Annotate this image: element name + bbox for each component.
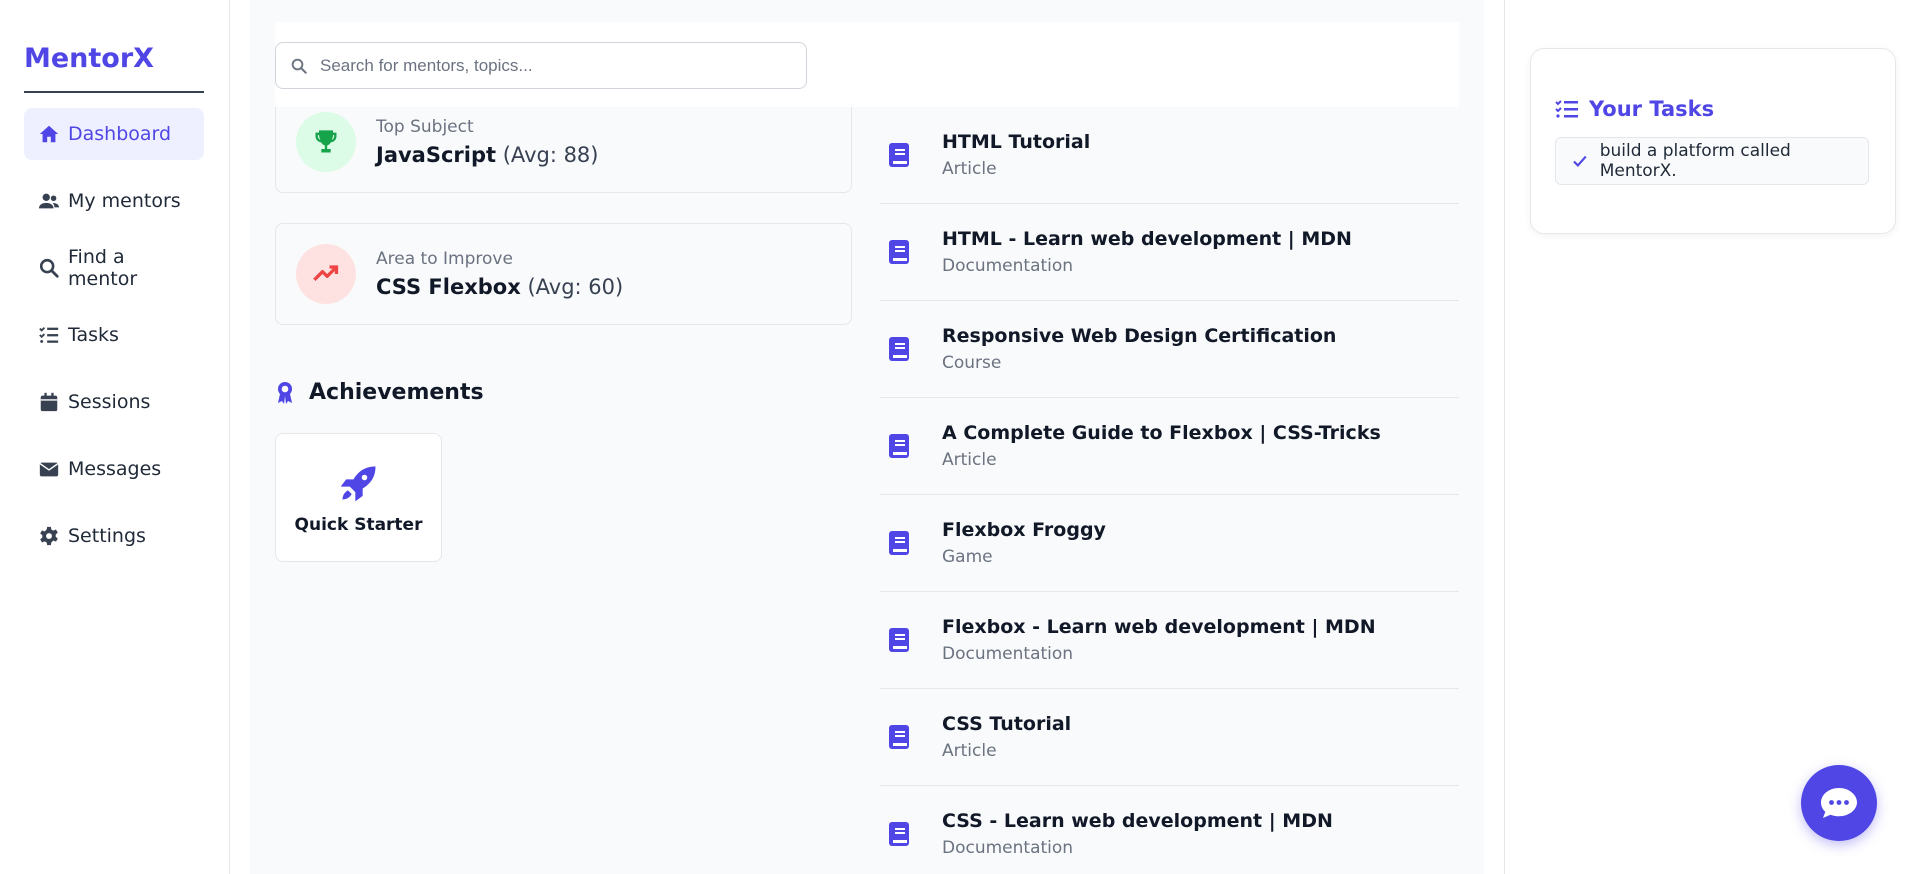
task-label: build a platform called MentorX. [1599,141,1791,181]
book-icon [889,725,909,749]
book-icon [889,434,909,458]
book-icon [889,628,909,652]
trophy-icon [315,130,337,153]
list-item[interactable]: CSS - Learn web development | MDN Documen… [880,786,1459,874]
stat-label: Area to Improve [376,249,513,269]
book-icon [889,240,909,264]
home-icon [39,125,59,143]
book-icon [889,822,909,846]
sidebar-item-label: Messages [68,458,162,480]
resource-title: Flexbox - Learn web development | MDN [942,616,1376,638]
list-item[interactable]: A Complete Guide to Flexbox | CSS-Tricks… [880,398,1459,495]
rocket-icon [340,466,375,501]
sidebar-item-label: Tasks [68,324,119,346]
resource-type: Article [942,741,997,761]
sidebar-item-settings[interactable]: Settings [24,510,204,562]
envelope-icon [39,462,59,477]
tasks-card: Your Tasks build a platform called Mento… [1530,48,1896,234]
trending-up-icon [313,265,339,281]
resource-type: Course [942,353,1002,373]
search-box[interactable] [275,42,807,89]
book-icon [889,337,909,361]
improve-card: Area to Improve CSS Flexbox (Avg: 60) [275,223,852,325]
stat-avg: (Avg: 60) [527,275,624,299]
list-item[interactable]: Flexbox Froggy Game [880,495,1459,592]
book-icon [889,143,909,167]
stat-value: JavaScript (Avg: 88) [376,143,599,167]
list-item[interactable]: HTML - Learn web development | MDN Docume… [880,204,1459,301]
tasks-title: Your Tasks [1589,97,1715,121]
badge-label: Quick Starter [294,514,423,535]
trend-badge [296,244,356,304]
stat-label: Top Subject [376,117,474,137]
stat-avg: (Avg: 88) [502,143,599,167]
list-item[interactable]: CSS Tutorial Article [880,689,1459,786]
resource-type: Documentation [942,838,1074,858]
stat-subject: CSS Flexbox [376,275,521,299]
right-panel: Your Tasks build a platform called Mento… [1504,0,1919,874]
achievements-title: Achievements [309,380,484,405]
sidebar-item-messages[interactable]: Messages [24,443,204,495]
resource-title: HTML - Learn web development | MDN [942,228,1352,250]
achievements-heading: Achievements [275,380,484,405]
search-header [275,22,1459,107]
calendar-icon [40,392,58,412]
list-check-icon [39,327,59,343]
list-item[interactable]: Flexbox - Learn web development | MDN Doc… [880,592,1459,689]
tasks-heading: Your Tasks [1555,97,1871,121]
sidebar-item-label: Dashboard [68,123,172,145]
chat-bubble-icon [1821,788,1857,818]
resource-title: CSS Tutorial [942,713,1072,735]
resource-title: Flexbox Froggy [942,519,1106,541]
sidebar-item-tasks[interactable]: Tasks [24,309,204,361]
list-check-icon [1555,100,1578,118]
resource-title: Responsive Web Design Certification [942,325,1337,347]
sidebar-item-label: Find a mentor [68,246,138,290]
search-icon [39,258,59,278]
sidebar-nav: Dashboard My mentors Find a mentor Tasks… [24,108,205,562]
resource-type: Article [942,450,997,470]
sidebar-item-label: My mentors [68,190,181,212]
resources-list: HTML Tutorial Article HTML - Learn web de… [880,107,1459,874]
sidebar-item-label: Settings [68,525,146,547]
users-icon [38,193,60,209]
achievement-badge[interactable]: Quick Starter [275,433,442,562]
resource-title: HTML Tutorial [942,131,1091,153]
task-item[interactable]: build a platform called MentorX. [1555,137,1869,185]
stat-subject: JavaScript [376,143,497,167]
trophy-badge [296,112,356,172]
resource-title: A Complete Guide to Flexbox | CSS-Tricks [942,422,1381,444]
app-logo[interactable]: MentorX [24,43,204,93]
award-icon [278,381,292,404]
search-icon [291,58,307,74]
resource-type: Game [942,547,993,567]
book-icon [889,531,909,555]
chat-button[interactable] [1801,765,1877,841]
gear-icon [40,526,58,546]
sidebar-item-label: Sessions [68,391,151,413]
stat-value: CSS Flexbox (Avg: 60) [376,275,623,299]
main-content: Top Subject JavaScript (Avg: 88) Area to… [250,0,1484,874]
list-item[interactable]: Responsive Web Design Certification Cours… [880,301,1459,398]
sidebar-item-dashboard[interactable]: Dashboard [24,108,204,160]
sidebar-item-find-mentor[interactable]: Find a mentor [24,242,204,294]
sidebar: MentorX Dashboard My mentors Find a ment… [0,0,230,874]
resource-type: Article [942,159,997,179]
sidebar-item-sessions[interactable]: Sessions [24,376,204,428]
resource-type: Documentation [942,644,1074,664]
sidebar-item-my-mentors[interactable]: My mentors [24,175,204,227]
list-item[interactable]: HTML Tutorial Article [880,107,1459,204]
search-input[interactable] [320,55,770,76]
resource-title: CSS - Learn web development | MDN [942,810,1333,832]
resource-type: Documentation [942,256,1074,276]
check-icon [1573,155,1587,167]
